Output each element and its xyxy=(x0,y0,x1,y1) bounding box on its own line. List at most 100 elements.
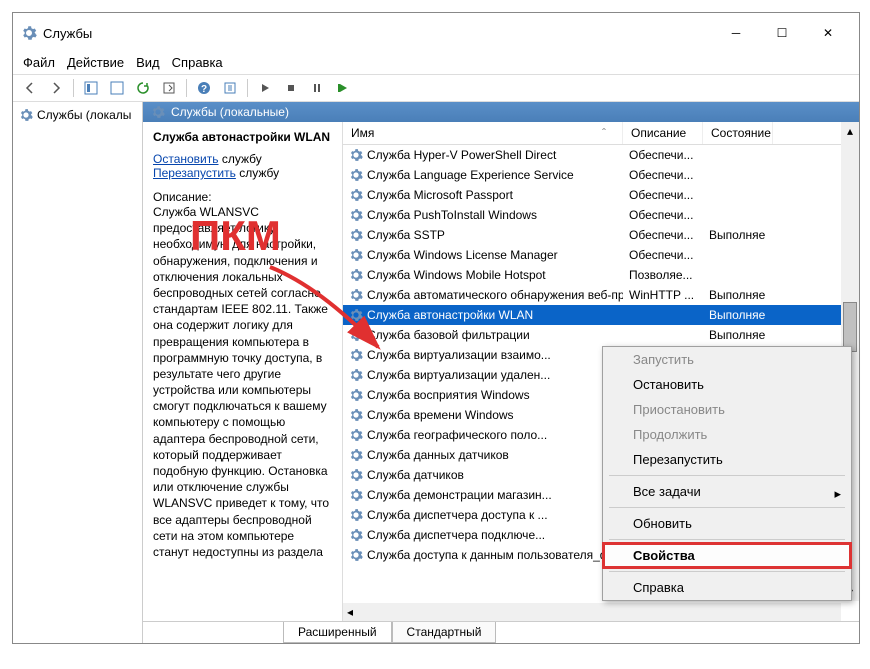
tab-extended[interactable]: Расширенный xyxy=(283,622,392,643)
maximize-button[interactable]: ☐ xyxy=(759,19,805,47)
back-button[interactable] xyxy=(19,77,41,99)
svg-text:?: ? xyxy=(201,84,207,95)
menu-divider xyxy=(609,507,845,508)
menu-view[interactable]: Вид xyxy=(136,55,160,70)
service-name: Служба данных датчиков xyxy=(367,448,509,462)
service-row[interactable]: Служба Windows Mobile HotspotПозволяе... xyxy=(343,265,859,285)
service-row[interactable]: Служба Microsoft PassportОбеспечи... xyxy=(343,185,859,205)
scrollbar-thumb[interactable] xyxy=(843,302,857,352)
toolbar-icon[interactable] xyxy=(106,77,128,99)
menubar: Файл Действие Вид Справка xyxy=(13,53,859,74)
service-name: Служба автоматического обнаружения веб-п… xyxy=(367,288,623,302)
service-icon xyxy=(349,228,363,242)
column-description[interactable]: Описание xyxy=(623,122,703,144)
refresh-icon[interactable] xyxy=(132,77,154,99)
column-state[interactable]: Состояние xyxy=(703,122,773,144)
service-icon xyxy=(349,148,363,162)
service-icon xyxy=(349,348,363,362)
service-name: Служба датчиков xyxy=(367,468,464,482)
service-name: Служба Windows License Manager xyxy=(367,248,558,262)
menu-stop[interactable]: Остановить xyxy=(603,372,851,397)
service-icon xyxy=(349,328,363,342)
menu-refresh[interactable]: Обновить xyxy=(603,511,851,536)
service-row[interactable]: Служба PushToInstall Windows Обеспечи... xyxy=(343,205,859,225)
service-icon xyxy=(349,208,363,222)
service-name: Служба базовой фильтрации xyxy=(367,328,530,342)
menu-help[interactable]: Справка xyxy=(172,55,223,70)
menu-continue: Продолжить xyxy=(603,422,851,447)
service-name: Служба автонастройки WLAN xyxy=(367,308,533,322)
service-row[interactable]: Служба автонастройки WLAN Выполняе xyxy=(343,305,859,325)
menu-divider xyxy=(609,539,845,540)
service-row[interactable]: Служба Hyper-V PowerShell DirectОбеспечи… xyxy=(343,145,859,165)
selected-service-name: Служба автонастройки WLAN xyxy=(153,130,332,144)
menu-pause: Приостановить xyxy=(603,397,851,422)
menu-help[interactable]: Справка xyxy=(603,575,851,600)
help-icon[interactable]: ? xyxy=(193,77,215,99)
menu-all-tasks[interactable]: Все задачи▸ xyxy=(603,479,851,504)
service-name: Служба восприятия Windows xyxy=(367,388,530,402)
service-name: Служба PushToInstall Windows xyxy=(367,208,537,222)
tree-root[interactable]: Службы (локалы xyxy=(17,106,138,124)
toolbar-icon[interactable] xyxy=(80,77,102,99)
column-name[interactable]: Имяˆ xyxy=(343,122,623,144)
toolbar-icon[interactable] xyxy=(219,77,241,99)
forward-button[interactable] xyxy=(45,77,67,99)
service-icon xyxy=(349,488,363,502)
service-name: Служба времени Windows xyxy=(367,408,514,422)
service-row[interactable]: Служба Windows License ManagerОбеспечи..… xyxy=(343,245,859,265)
export-icon[interactable] xyxy=(158,77,180,99)
titlebar: Службы ─ ☐ ✕ xyxy=(13,13,859,53)
service-row[interactable]: Служба автоматического обнаружения веб-п… xyxy=(343,285,859,305)
panel-header-title: Службы (локальные) xyxy=(171,105,289,119)
toolbar: ? xyxy=(13,74,859,102)
service-name: Служба Windows Mobile Hotspot xyxy=(367,268,546,282)
service-desc: Обеспечи... xyxy=(623,208,703,222)
service-state: Выполняе xyxy=(703,288,773,302)
description-text: Служба WLANSVC предоставляет логику, нео… xyxy=(153,204,332,560)
menu-start: Запустить xyxy=(603,347,851,372)
service-name: Служба доступа к данным пользователя_d4a… xyxy=(367,548,623,562)
service-name: Служба виртуализации удален... xyxy=(367,368,550,382)
service-row[interactable]: Служба базовой фильтрации Выполняе xyxy=(343,325,859,345)
menu-restart[interactable]: Перезапустить xyxy=(603,447,851,472)
context-menu: Запустить Остановить Приостановить Продо… xyxy=(602,346,852,601)
menu-file[interactable]: Файл xyxy=(23,55,55,70)
pause-icon[interactable] xyxy=(306,77,328,99)
service-row[interactable]: Служба Language Experience ServiceОбеспе… xyxy=(343,165,859,185)
service-icon xyxy=(349,168,363,182)
tab-standard[interactable]: Стандартный xyxy=(392,622,497,643)
service-name: Служба диспетчера подключе... xyxy=(367,528,545,542)
service-row[interactable]: Служба SSTPОбеспечи...Выполняе xyxy=(343,225,859,245)
service-state: Выполняе xyxy=(703,308,773,322)
stop-link[interactable]: Остановить xyxy=(153,152,219,166)
menu-properties[interactable]: Свойства xyxy=(603,543,851,568)
service-icon xyxy=(349,448,363,462)
service-name: Служба SSTP xyxy=(367,228,445,242)
service-icon xyxy=(349,468,363,482)
service-name: Служба демонстрации магазин... xyxy=(367,488,552,502)
close-button[interactable]: ✕ xyxy=(805,19,851,47)
service-icon xyxy=(349,428,363,442)
scroll-up-arrow[interactable]: ▴ xyxy=(841,122,859,140)
service-icon xyxy=(349,288,363,302)
play-icon[interactable] xyxy=(254,77,276,99)
service-name: Служба диспетчера доступа к ... xyxy=(367,508,548,522)
service-name: Служба Microsoft Passport xyxy=(367,188,513,202)
service-desc: Обеспечи... xyxy=(623,228,703,242)
restart-icon[interactable] xyxy=(332,77,354,99)
restart-link[interactable]: Перезапустить xyxy=(153,166,236,180)
service-icon xyxy=(349,368,363,382)
service-name: Служба Language Experience Service xyxy=(367,168,574,182)
description-label: Описание: xyxy=(153,190,332,204)
minimize-button[interactable]: ─ xyxy=(713,19,759,47)
app-icon xyxy=(21,25,37,41)
stop-icon[interactable] xyxy=(280,77,302,99)
scroll-left-arrow[interactable]: ◂ xyxy=(343,605,357,619)
tabs: Расширенный Стандартный xyxy=(143,621,859,643)
service-state: Выполняе xyxy=(703,328,773,342)
service-icon xyxy=(349,528,363,542)
menu-divider xyxy=(609,571,845,572)
horizontal-scrollbar[interactable]: ◂ xyxy=(343,603,841,621)
menu-action[interactable]: Действие xyxy=(67,55,124,70)
